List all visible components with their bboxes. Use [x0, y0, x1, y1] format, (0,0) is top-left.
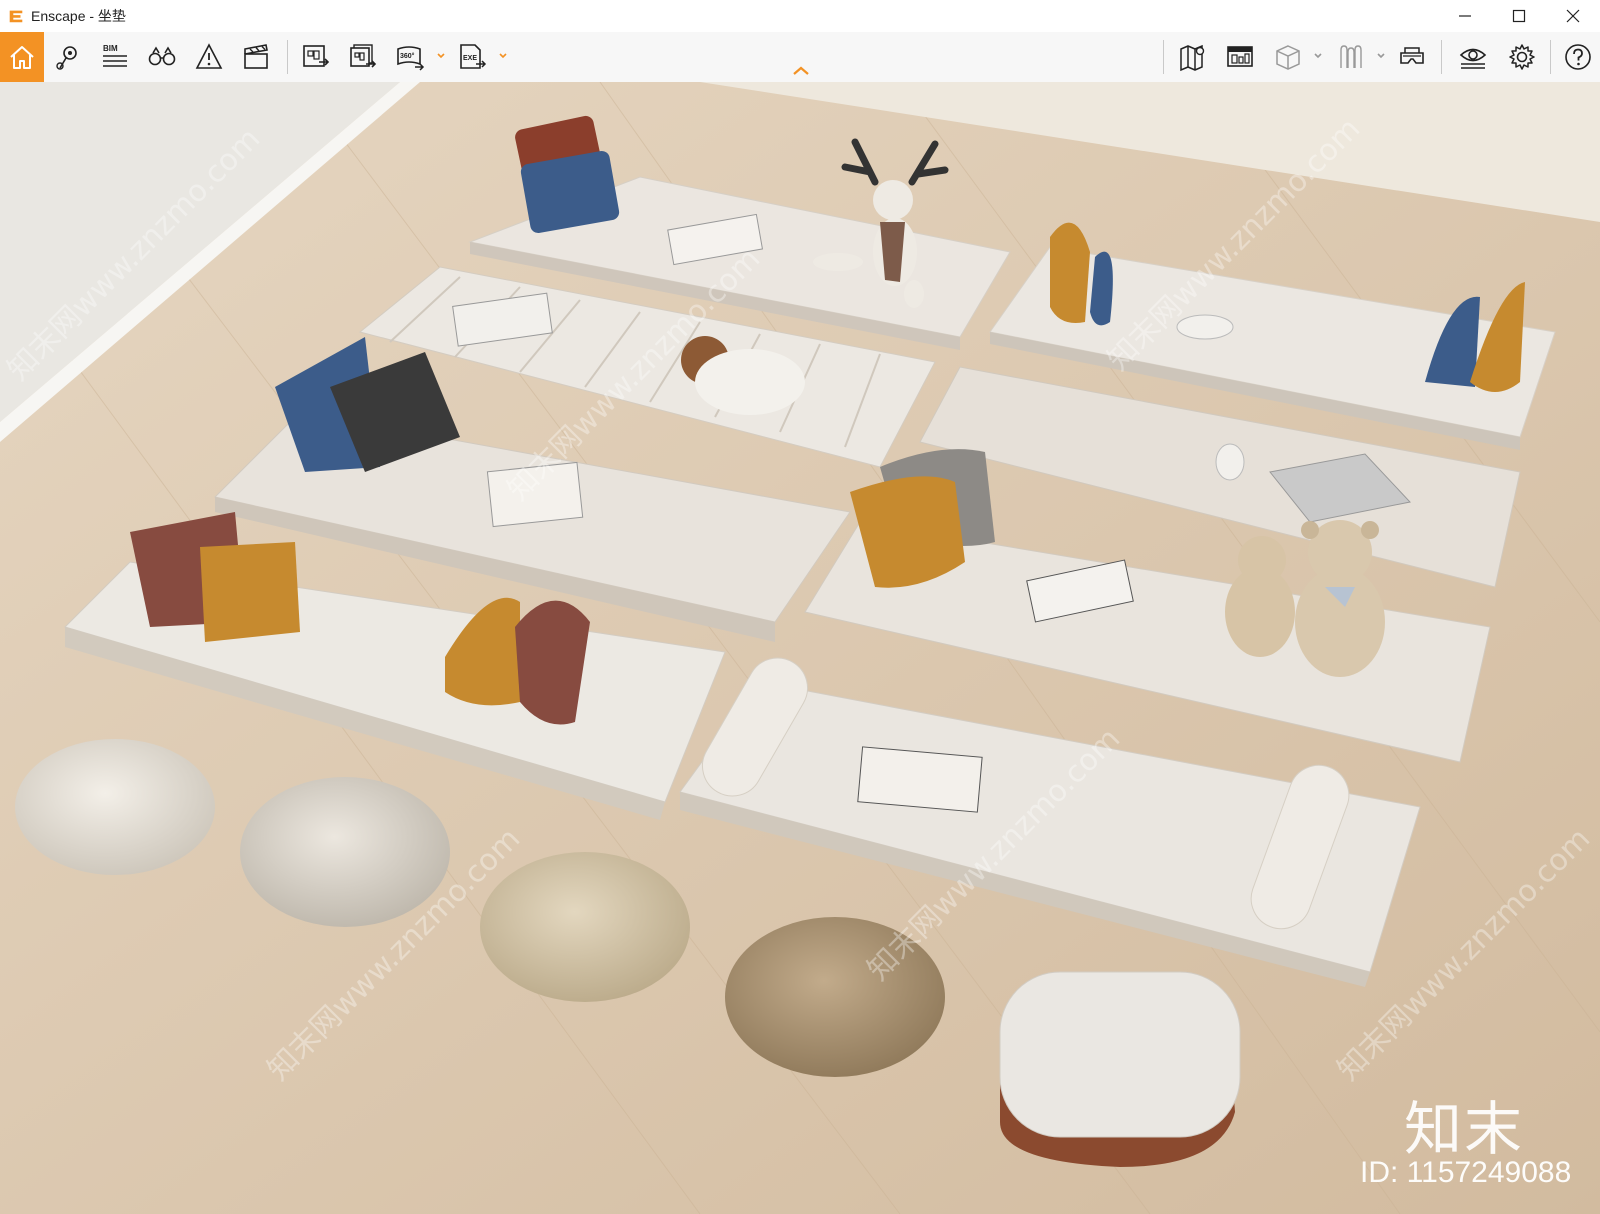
- exe-export-button[interactable]: EXE: [454, 39, 490, 75]
- asset-library-button[interactable]: [1222, 39, 1258, 75]
- issues-button[interactable]: [191, 39, 227, 75]
- map-button[interactable]: [1175, 39, 1211, 75]
- cube-view-icon: [1276, 45, 1300, 70]
- gear-icon: [1509, 44, 1535, 70]
- toolbar-separator: [1550, 40, 1551, 74]
- toolbar-separator: [1163, 40, 1164, 74]
- pouf-white: [15, 739, 215, 875]
- cushion-mustard: [200, 542, 300, 642]
- enscape-logo-icon: [9, 10, 23, 23]
- vr-headset-button[interactable]: [1394, 39, 1430, 75]
- batch-render-icon: [350, 44, 377, 68]
- coffee-cup: [1176, 314, 1234, 340]
- rendered-scene: 知末网www.znzmo.com 知末网www.znzmo.com 知末网www…: [0, 82, 1600, 1214]
- home-button[interactable]: [0, 32, 44, 82]
- binoculars-icon: [148, 46, 176, 66]
- pouf-woven-beige: [480, 852, 690, 1002]
- watermark-id: ID: 1157249088: [1360, 1156, 1572, 1189]
- square-floor-cushion: [999, 971, 1241, 1167]
- bim-icon: BIM: [103, 44, 127, 67]
- enscape-window: Enscape - 坐垫 BIM 360° EXE 知末网www.znzmo.c…: [0, 0, 1600, 1214]
- window-title: Enscape - 坐垫: [31, 8, 126, 24]
- visibility-button[interactable]: [1455, 39, 1491, 75]
- watermark-logo: 知末: [1404, 1095, 1525, 1163]
- location-button[interactable]: [50, 39, 86, 75]
- magazine-open: [857, 746, 983, 813]
- maximize-icon: [1512, 9, 1526, 23]
- collapse-toolbar-chevron-icon[interactable]: [791, 64, 811, 78]
- home-icon: [10, 46, 34, 69]
- maximize-button[interactable]: [1492, 0, 1546, 32]
- help-icon: [1565, 44, 1591, 70]
- exe-export-icon: EXE: [460, 44, 487, 69]
- chevron-down-icon[interactable]: [436, 51, 446, 61]
- exe-label: EXE: [463, 55, 477, 62]
- mug: [1215, 443, 1245, 481]
- title-bar: Enscape - 坐垫: [0, 0, 1600, 32]
- panorama-button[interactable]: 360°: [392, 39, 428, 75]
- minimize-button[interactable]: [1438, 0, 1492, 32]
- cushion-mustard: [1050, 222, 1090, 323]
- minimize-icon: [1459, 15, 1471, 17]
- settings-button[interactable]: [1504, 39, 1540, 75]
- video-editor-button[interactable]: [238, 39, 274, 75]
- screenshot-export-icon: [303, 45, 330, 67]
- pano-label: 360°: [400, 52, 415, 60]
- chevron-down-icon[interactable]: [498, 51, 508, 61]
- asset-library-icon: [1227, 46, 1253, 67]
- panorama-360-icon: 360°: [397, 46, 425, 71]
- clapper-icon: [244, 44, 268, 69]
- location-pin-icon: [56, 46, 77, 70]
- materials-icon: [1340, 45, 1362, 68]
- warning-icon: [195, 43, 223, 69]
- chevron-down-icon[interactable]: [1313, 51, 1323, 61]
- main-toolbar: BIM 360° EXE: [0, 32, 1600, 83]
- batch-render-button[interactable]: [345, 39, 381, 75]
- bim-label: BIM: [103, 44, 118, 53]
- map-icon: [1180, 44, 1205, 72]
- vr-headset-icon: [1400, 47, 1424, 64]
- toolbar-separator: [1441, 40, 1442, 74]
- view-cube-button[interactable]: [1270, 39, 1306, 75]
- screenshot-button[interactable]: [298, 39, 334, 75]
- chevron-down-icon[interactable]: [1376, 51, 1386, 61]
- help-button[interactable]: [1560, 39, 1596, 75]
- visibility-icon: [1459, 48, 1487, 69]
- render-viewport[interactable]: 知末网www.znzmo.com 知末网www.znzmo.com 知末网www…: [0, 82, 1600, 1214]
- close-button[interactable]: [1546, 0, 1600, 32]
- neck-pillow: [695, 349, 805, 415]
- toolbar-separator: [287, 40, 288, 74]
- window-controls: [1438, 0, 1600, 32]
- materials-button[interactable]: [1333, 39, 1369, 75]
- close-icon: [1566, 9, 1580, 23]
- bim-button[interactable]: BIM: [97, 39, 133, 75]
- binoculars-button[interactable]: [144, 39, 180, 75]
